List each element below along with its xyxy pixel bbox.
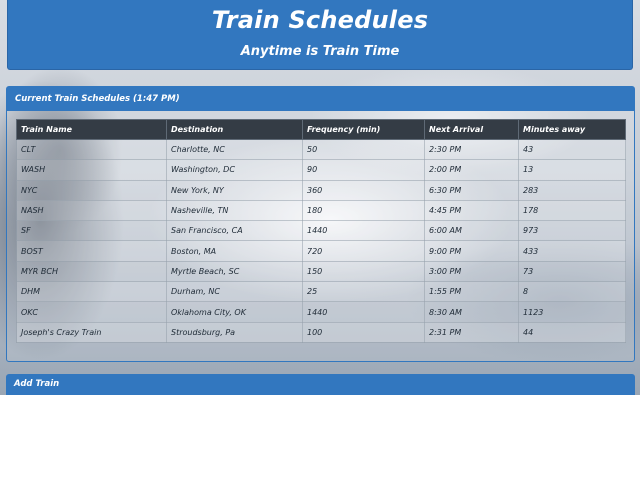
column-header-next-arrival: Next Arrival — [424, 119, 519, 140]
train-name-cell: SF — [16, 220, 167, 242]
table-row: DHM Durham, NC 25 1:55 PM 8 — [16, 281, 626, 303]
minutes-away-cell: 13 — [518, 159, 626, 181]
page-title: Train Schedules — [211, 6, 429, 34]
add-train-panel-heading: Add Train — [6, 374, 635, 395]
minutes-away-cell: 73 — [518, 260, 626, 283]
frequency-cell: 25 — [302, 281, 425, 303]
destination-cell: San Francisco, CA — [166, 220, 303, 242]
next-arrival-cell: 9:00 PM — [424, 240, 519, 262]
train-name-cell: OKC — [16, 301, 167, 323]
next-arrival-cell: 2:30 PM — [424, 138, 519, 161]
train-name-cell: MYR BCH — [16, 260, 167, 283]
table-row: Joseph's Crazy Train Stroudsburg, Pa 100… — [16, 321, 626, 343]
destination-cell: Washington, DC — [166, 159, 303, 181]
column-header-train-name: Train Name — [16, 119, 167, 140]
page-subtitle: Anytime is Train Time — [240, 44, 400, 59]
table-row: NASH Nasheville, TN 180 4:45 PM 178 — [16, 199, 626, 222]
table-header-row: Train Name Destination Frequency (min) N… — [16, 119, 626, 140]
next-arrival-cell: 2:00 PM — [424, 159, 519, 181]
frequency-cell: 150 — [302, 260, 425, 283]
minutes-away-cell: 283 — [518, 179, 626, 201]
minutes-away-cell: 178 — [518, 199, 626, 222]
train-name-cell: DHM — [16, 281, 167, 303]
frequency-cell: 720 — [302, 240, 425, 262]
train-name-cell: WASH — [16, 159, 167, 181]
minutes-away-cell: 973 — [518, 220, 626, 242]
minutes-away-cell: 8 — [518, 281, 626, 303]
minutes-away-cell: 43 — [518, 138, 626, 161]
frequency-cell: 360 — [302, 179, 425, 201]
train-name-cell: BOST — [16, 240, 167, 262]
table-row: BOST Boston, MA 720 9:00 PM 433 — [16, 240, 626, 262]
destination-cell: Stroudsburg, Pa — [166, 321, 303, 343]
minutes-away-cell: 1123 — [518, 301, 626, 323]
next-arrival-cell: 6:00 AM — [424, 220, 519, 242]
next-arrival-cell: 1:55 PM — [424, 281, 519, 303]
table-row: SF San Francisco, CA 1440 6:00 AM 973 — [16, 220, 626, 242]
minutes-away-cell: 44 — [518, 321, 626, 343]
table-row: CLT Charlotte, NC 50 2:30 PM 43 — [16, 138, 626, 161]
table-row: NYC New York, NY 360 6:30 PM 283 — [16, 179, 626, 201]
minutes-away-cell: 433 — [518, 240, 626, 262]
next-arrival-cell: 6:30 PM — [424, 179, 519, 201]
column-header-frequency: Frequency (min) — [302, 119, 425, 140]
column-header-destination: Destination — [166, 119, 303, 140]
train-name-cell: NYC — [16, 179, 167, 201]
table-row: OKC Oklahoma City, OK 1440 8:30 AM 1123 — [16, 301, 626, 323]
train-name-cell: Joseph's Crazy Train — [16, 321, 167, 343]
frequency-cell: 180 — [302, 199, 425, 222]
frequency-cell: 50 — [302, 138, 425, 161]
next-arrival-cell: 8:30 AM — [424, 301, 519, 323]
destination-cell: Nasheville, TN — [166, 199, 303, 222]
next-arrival-cell: 3:00 PM — [424, 260, 519, 283]
destination-cell: Oklahoma City, OK — [166, 301, 303, 323]
destination-cell: New York, NY — [166, 179, 303, 201]
table-row: MYR BCH Myrtle Beach, SC 150 3:00 PM 73 — [16, 260, 626, 283]
frequency-cell: 1440 — [302, 220, 425, 242]
frequency-cell: 1440 — [302, 301, 425, 323]
train-name-cell: NASH — [16, 199, 167, 222]
next-arrival-cell: 2:31 PM — [424, 321, 519, 343]
table-row: WASH Washington, DC 90 2:00 PM 13 — [16, 159, 626, 181]
current-schedules-panel: Current Train Schedules (1:47 PM) Train … — [6, 86, 635, 362]
schedule-table: Train Name Destination Frequency (min) N… — [16, 119, 626, 343]
frequency-cell: 100 — [302, 321, 425, 343]
next-arrival-cell: 4:45 PM — [424, 199, 519, 222]
destination-cell: Myrtle Beach, SC — [166, 260, 303, 283]
current-schedules-heading: Current Train Schedules (1:47 PM) — [7, 87, 634, 111]
train-name-cell: CLT — [16, 138, 167, 161]
page-header: Train Schedules Anytime is Train Time — [7, 0, 633, 70]
column-header-minutes-away: Minutes away — [518, 119, 626, 140]
frequency-cell: 90 — [302, 159, 425, 181]
destination-cell: Durham, NC — [166, 281, 303, 303]
destination-cell: Charlotte, NC — [166, 138, 303, 161]
destination-cell: Boston, MA — [166, 240, 303, 262]
